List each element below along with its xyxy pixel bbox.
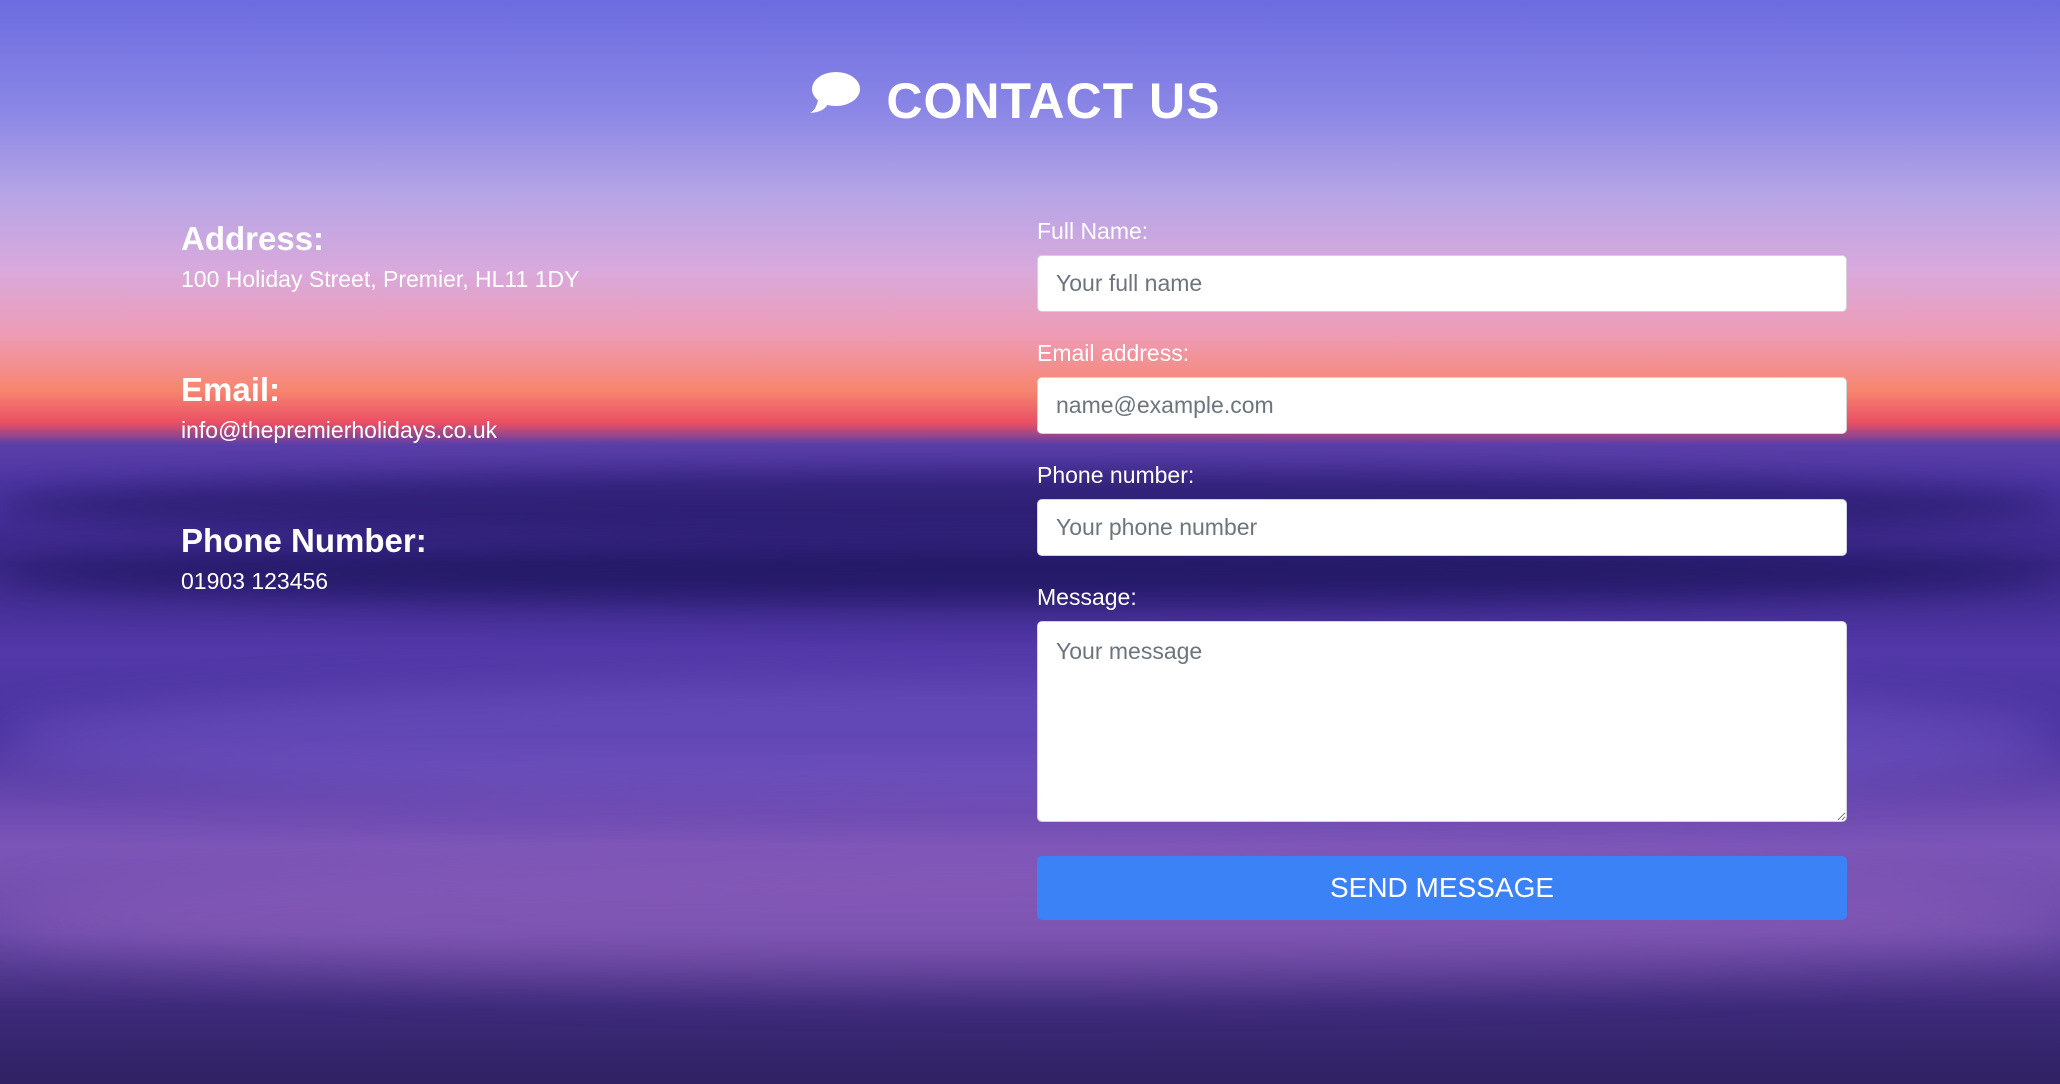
send-message-button[interactable]: Send Message	[1037, 856, 1847, 920]
address-label: Address:	[181, 220, 325, 257]
email-input[interactable]	[1037, 377, 1847, 434]
address-block: Address: 100 Holiday Street, Premier, HL…	[181, 220, 881, 293]
phone-block: Phone Number: 01903 123456	[181, 522, 881, 595]
phone-value: 01903 123456	[181, 568, 329, 594]
full-name-input[interactable]	[1037, 255, 1847, 312]
email-block: Email: info@thepremierholidays.co.uk	[181, 371, 881, 444]
page-title-text: CONTACT US	[886, 72, 1221, 129]
phone-label: Phone Number:	[181, 522, 427, 559]
chat-bubble-icon	[809, 68, 860, 126]
contact-page: CONTACT US Address: 100 Holiday Street, …	[0, 0, 2060, 1084]
page-title: CONTACT US	[0, 68, 2030, 130]
email-field-label: Email address:	[1037, 340, 1190, 366]
contact-form: Full Name: Email address: Phone number: …	[1037, 218, 1847, 920]
message-textarea[interactable]	[1037, 621, 1847, 822]
contact-info: Address: 100 Holiday Street, Premier, HL…	[181, 220, 881, 673]
phone-field-label: Phone number:	[1037, 462, 1195, 488]
message-label: Message:	[1037, 584, 1137, 610]
address-value: 100 Holiday Street, Premier, HL11 1DY	[181, 266, 580, 292]
phone-input[interactable]	[1037, 499, 1847, 556]
full-name-label: Full Name:	[1037, 218, 1149, 244]
email-label: Email:	[181, 371, 281, 408]
email-value: info@thepremierholidays.co.uk	[181, 417, 498, 443]
